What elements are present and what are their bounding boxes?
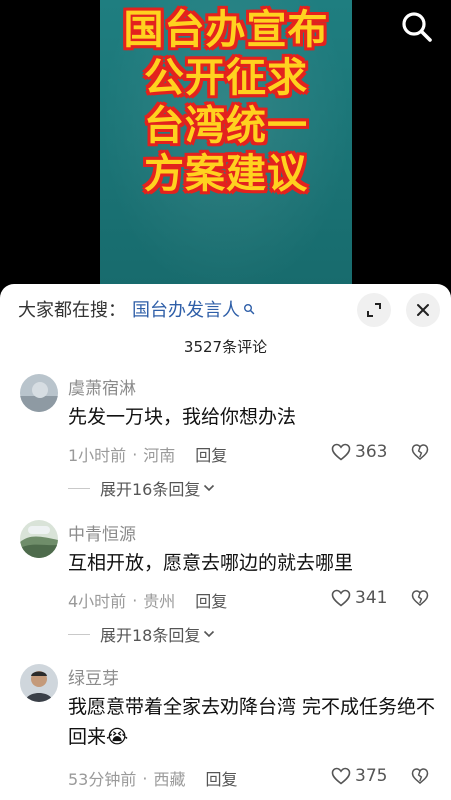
video-caption-line: 方案建议 — [144, 151, 308, 197]
avatar[interactable] — [20, 520, 58, 558]
comment-location: 西藏 — [153, 770, 186, 789]
search-icon — [244, 304, 255, 315]
comment-time: 53分钟前 — [68, 770, 137, 789]
search-button[interactable] — [398, 8, 436, 46]
comment-username[interactable]: 虞萧宿淋 — [68, 374, 136, 399]
comment-text: 互相开放，愿意去哪边的就去哪里 — [68, 552, 354, 574]
like-count: 363 — [355, 442, 388, 462]
comment-count: 3527条评论 — [183, 338, 268, 356]
comment-time: 4小时前 — [68, 592, 127, 611]
comment-item: 中青恒源 互相开放，愿意去哪边的就去哪里 4小时前 · 贵州 回复 341 展开… — [0, 520, 451, 650]
reply-button[interactable]: 回复 — [195, 588, 227, 612]
dislike-icon[interactable] — [411, 443, 429, 461]
heart-icon — [331, 589, 351, 607]
meta-separator: · — [142, 768, 148, 788]
heart-icon — [331, 443, 351, 461]
comment-location: 河南 — [143, 446, 176, 465]
reply-button[interactable]: 回复 — [205, 766, 237, 790]
like-button[interactable]: 363 — [331, 442, 387, 462]
reply-button[interactable]: 回复 — [195, 442, 227, 466]
chevron-down-icon — [204, 484, 215, 492]
avatar[interactable] — [20, 664, 58, 702]
close-icon — [417, 304, 429, 316]
video-caption-line: 公开征求 — [144, 55, 308, 101]
comment-location: 贵州 — [143, 592, 176, 611]
like-count: 375 — [355, 766, 388, 786]
like-count: 341 — [355, 588, 388, 608]
video-player[interactable]: 国台办宣布 公开征求 台湾统一 方案建议 — [0, 0, 451, 300]
trending-label: 大家都在搜： — [18, 300, 126, 321]
search-icon — [402, 12, 432, 42]
comment-username[interactable]: 绿豆芽 — [68, 664, 119, 689]
meta-separator: · — [132, 590, 138, 610]
video-caption-line: 台湾统一 — [144, 103, 308, 149]
dislike-icon[interactable] — [411, 589, 429, 607]
comment-username[interactable]: 中青恒源 — [68, 520, 136, 545]
expand-replies-button[interactable]: 展开16条回复 — [68, 476, 215, 500]
chevron-down-icon — [204, 630, 215, 638]
comment-meta: 4小时前 · 贵州 回复 — [68, 588, 227, 612]
comment-text: 先发一万块，我给你想办法 — [68, 406, 297, 428]
comment-text: 我愿意带着全家去劝降台湾 完不成任务绝不回来😭 — [68, 696, 436, 748]
expand-icon — [367, 303, 381, 317]
like-button[interactable]: 341 — [331, 588, 387, 608]
divider — [68, 633, 90, 635]
heart-icon — [331, 767, 351, 785]
close-button[interactable] — [406, 293, 440, 327]
dislike-icon[interactable] — [411, 767, 429, 785]
comment-sheet: 大家都在搜： 国台办发言人 3527条评论 虞萧宿淋 先发一万块，我给你想办法 — [0, 284, 451, 800]
meta-separator: · — [132, 444, 138, 464]
trending-search-link[interactable]: 国台办发言人 — [132, 296, 240, 322]
divider — [68, 487, 90, 489]
avatar[interactable] — [20, 374, 58, 412]
comment-time: 1小时前 — [68, 446, 127, 465]
comment-item: 绿豆芽 我愿意带着全家去劝降台湾 完不成任务绝不回来😭 53分钟前 · 西藏 回… — [0, 664, 451, 800]
trending-search-bar[interactable]: 大家都在搜： 国台办发言人 — [18, 296, 255, 322]
expand-sheet-button[interactable] — [357, 293, 391, 327]
expand-replies-button[interactable]: 展开18条回复 — [68, 622, 215, 646]
expand-replies-label: 展开16条回复 — [100, 480, 201, 499]
comment-meta: 1小时前 · 河南 回复 — [68, 442, 227, 466]
comment-meta: 53分钟前 · 西藏 回复 — [68, 766, 238, 790]
comment-item: 虞萧宿淋 先发一万块，我给你想办法 1小时前 · 河南 回复 363 展开16条… — [0, 374, 451, 504]
video-caption-line: 国台办宣布 — [123, 7, 329, 53]
expand-replies-label: 展开18条回复 — [100, 626, 201, 645]
like-button[interactable]: 375 — [331, 766, 387, 786]
